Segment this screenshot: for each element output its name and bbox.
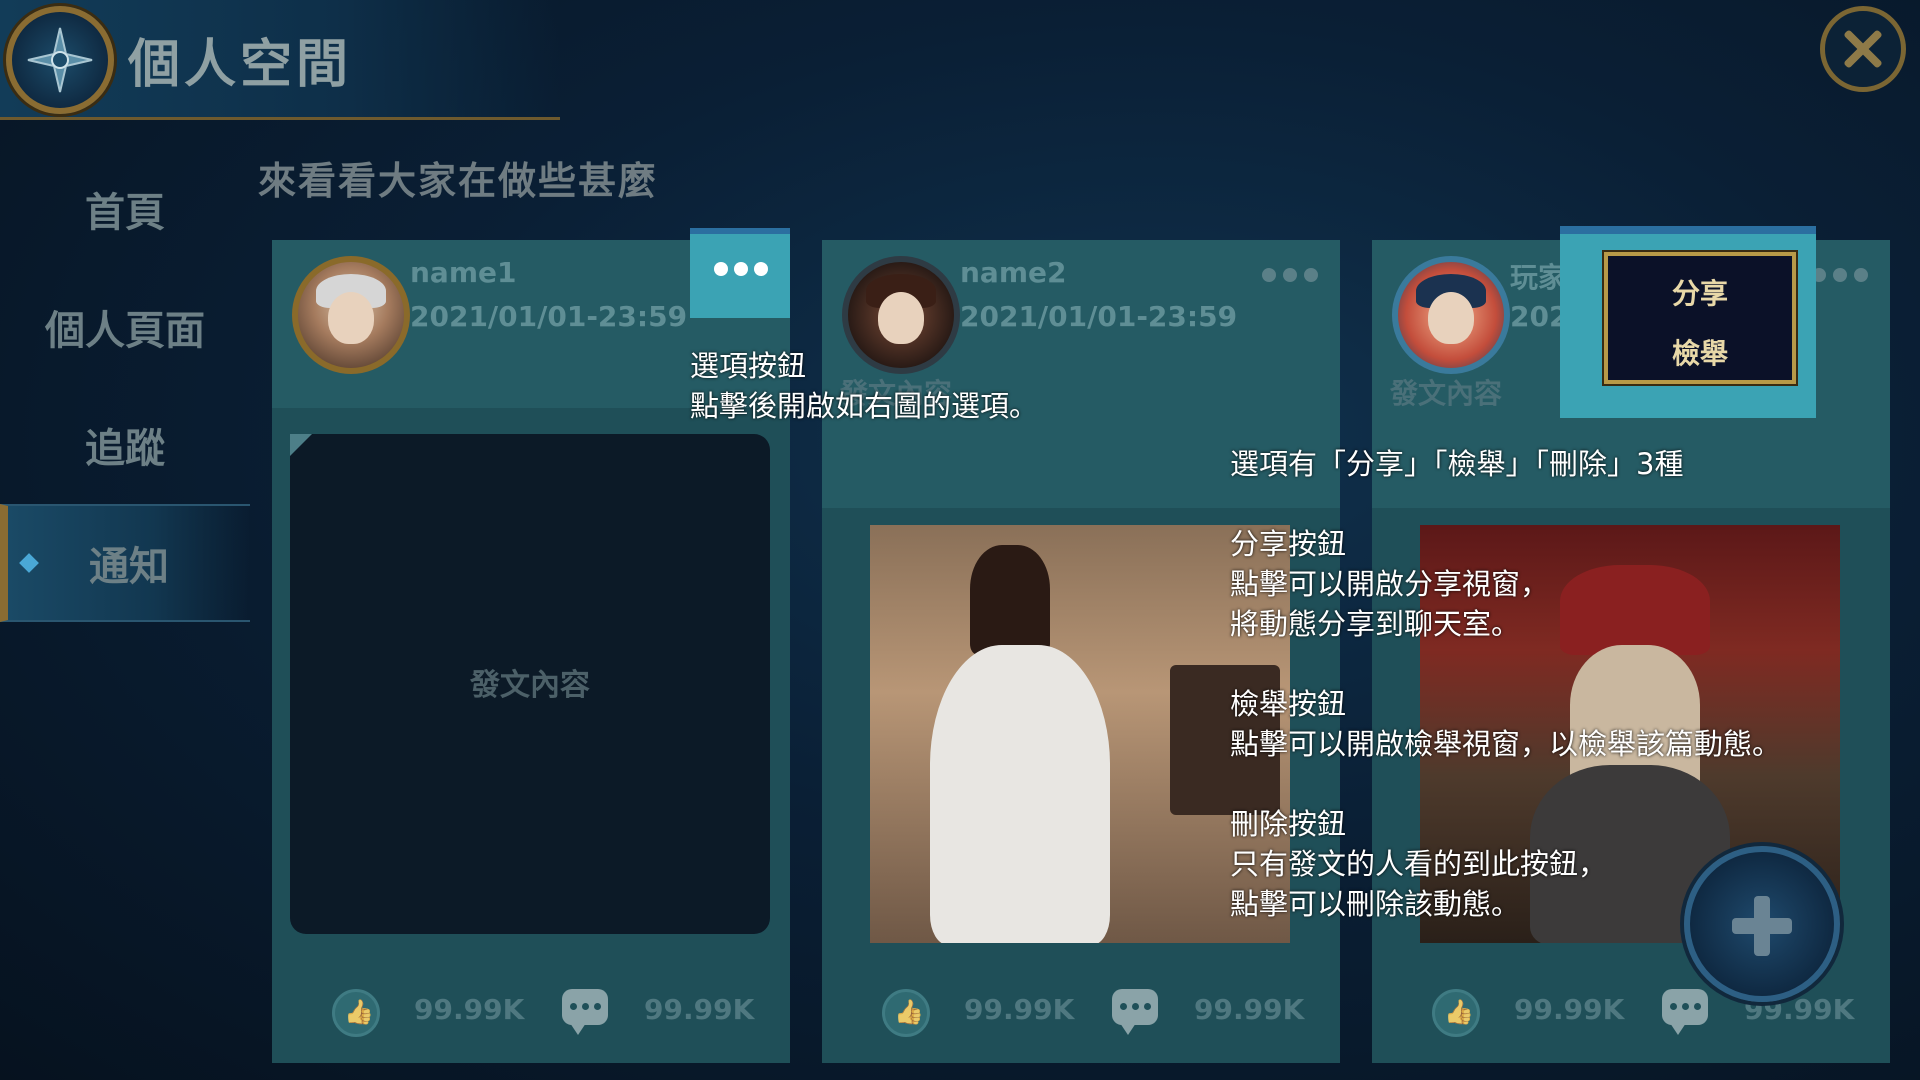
sidebar-item-notifications[interactable]: 通知 [0,504,250,622]
comment-count: 99.99K [644,993,755,1026]
corner-marker [290,434,312,456]
dot [714,262,728,276]
avatar[interactable] [292,256,410,374]
post-time: 2021/01/01-23:59 [960,300,1238,333]
share-option[interactable]: 分享 [1608,272,1792,312]
comment-dot [582,1003,589,1010]
post-author[interactable]: name1 [410,256,516,289]
sidebar-item-follow[interactable]: 追蹤 [0,386,250,504]
more-options-button[interactable] [690,228,790,318]
comment-dot [1120,1003,1127,1010]
avatar[interactable] [1392,256,1510,374]
photo-person-body [930,645,1110,943]
post-content-box[interactable]: 發文內容 [290,434,770,934]
comment-dot [570,1003,577,1010]
post-footer: 99.99K 99.99K [1372,983,1890,1043]
close-button[interactable] [1820,6,1906,92]
more-dots-icon[interactable] [1812,268,1868,282]
section-subtitle: 來看看大家在做些甚麼 [258,159,659,203]
dot [1304,268,1318,282]
comment-bubble-icon[interactable] [1112,989,1158,1035]
comment-bubble-icon[interactable] [1662,989,1708,1035]
comment-dot [1670,1003,1677,1010]
dot [1262,268,1276,282]
sidebar-item-home[interactable]: 首頁 [0,150,250,268]
comment-dot [1132,1003,1139,1010]
post-footer: 99.99K 99.99K [822,983,1340,1043]
sidebar-item-profile[interactable]: 個人頁面 [0,268,250,386]
selected-diamond-icon [19,553,39,573]
page-title: 個人空間 [128,35,353,95]
sidebar-item-label: 個人頁面 [45,308,205,354]
dot [1854,268,1868,282]
annotation-report: 檢舉按鈕 點擊可以開啟檢舉視窗，以檢舉該篇動態。 [1230,687,1782,761]
dot [754,262,768,276]
annotation-more-button: 選項按鈕 點擊後開啟如右圖的選項。 [690,349,1039,423]
comment-count: 99.99K [1194,993,1305,1026]
compass-star-icon [6,6,114,114]
thumbs-up-icon[interactable] [1432,989,1480,1037]
sidebar-item-label: 追蹤 [85,426,165,472]
comment-dot [1682,1003,1689,1010]
like-count: 99.99K [964,993,1075,1026]
annotation-delete: 刪除按鈕 只有發文的人看的到此按鈕， 點擊可以刪除該動態。 [1230,807,1608,921]
annotation-options: 選項有「分享」「檢舉」「刪除」3種 [1230,447,1684,481]
photo-person-head [970,545,1050,655]
post-content-text: 發文內容 [470,668,590,703]
post-footer: 99.99K 99.99K [272,983,790,1043]
thumbs-up-icon[interactable] [332,989,380,1037]
comment-bubble-icon[interactable] [562,989,608,1035]
report-option[interactable]: 檢舉 [1608,332,1792,372]
more-dots-icon [714,262,768,276]
sidebar: 首頁 個人頁面 追蹤 通知 [0,150,250,622]
dot [1283,268,1297,282]
game-screen: 個人空間 首頁 個人頁面 追蹤 通知 來看看大家在做些甚麼 name1 2021… [0,0,1920,1080]
like-count: 99.99K [414,993,525,1026]
dot [734,262,748,276]
photo-hat [1560,565,1710,655]
sidebar-item-label: 首頁 [85,190,165,236]
dot [1833,268,1847,282]
thumbs-up-icon[interactable] [882,989,930,1037]
header-bar: 個人空間 [0,0,560,120]
post-image[interactable] [870,525,1290,943]
post-author[interactable]: name2 [960,256,1066,289]
post-content-text: 發文內容 [1390,377,1503,410]
comment-dot [1694,1003,1701,1010]
avatar-face [1428,292,1474,344]
avatar-face [328,292,374,344]
add-post-button[interactable] [1684,846,1840,1002]
avatar-face [878,292,924,344]
comment-dot [594,1003,601,1010]
more-dots-icon[interactable] [1262,268,1318,282]
annotation-share: 分享按鈕 點擊可以開啟分享視窗， 將動態分享到聊天室。 [1230,527,1550,641]
post-time: 2021/01/01-23:59 [410,300,688,333]
comment-dot [1144,1003,1151,1010]
sidebar-item-label: 通知 [89,544,169,590]
like-count: 99.99K [1514,993,1625,1026]
options-popup: 分享 檢舉 [1604,252,1796,384]
